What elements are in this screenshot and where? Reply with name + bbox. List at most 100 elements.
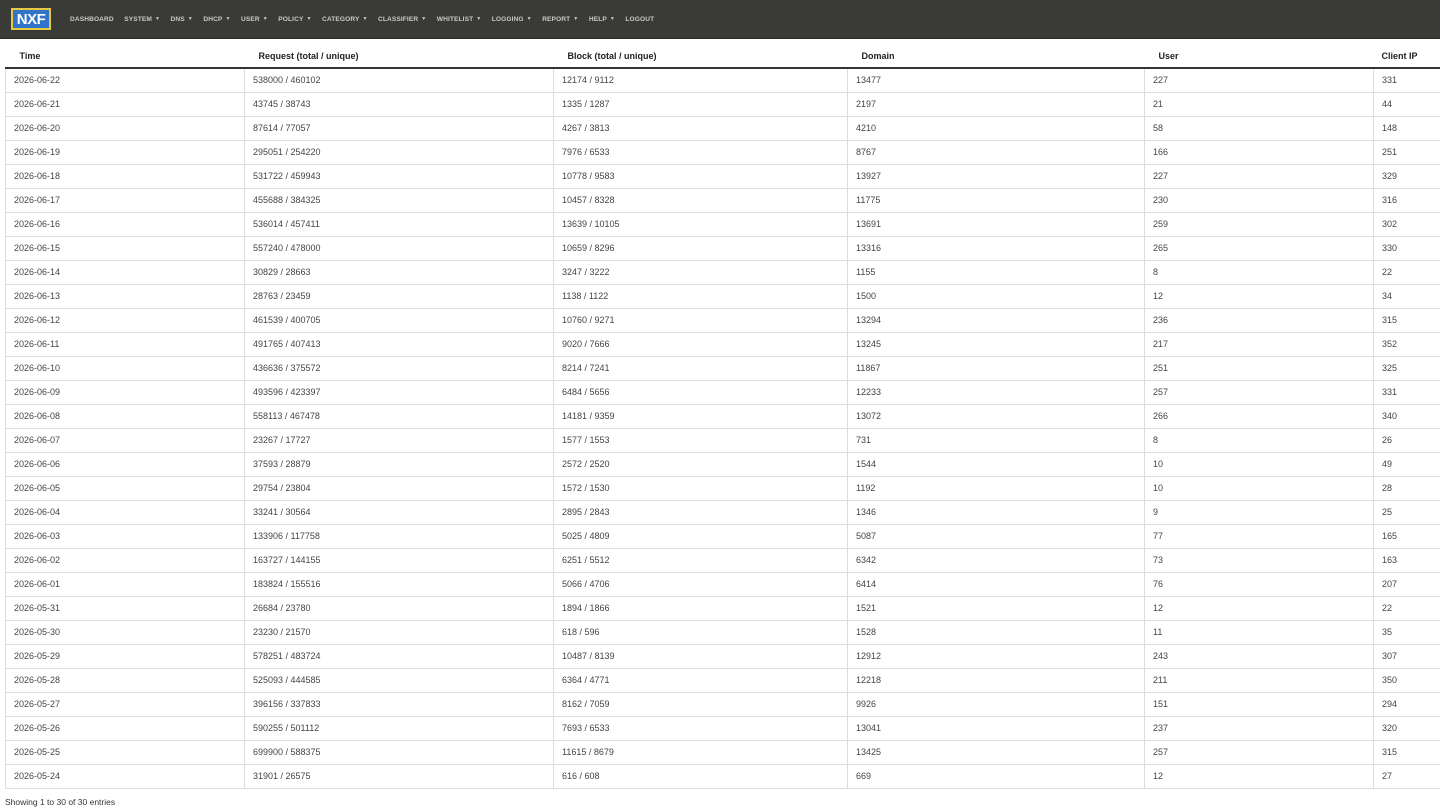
table-cell: 2197 [847, 92, 1145, 117]
table-cell: 618 / 596 [553, 620, 848, 645]
table-cell: 22 [1373, 260, 1440, 285]
nav-item-dhcp[interactable]: DHCP ▼ [203, 16, 230, 23]
nav-item-label: DASHBOARD [70, 15, 114, 23]
table-cell: 227 [1144, 164, 1374, 189]
nav-item-label: LOGGING [491, 15, 524, 23]
table-cell: 148 [1373, 116, 1440, 141]
table-cell: 1521 [847, 596, 1145, 621]
nav-item-logging[interactable]: LOGGING ▼ [492, 16, 532, 23]
table-cell: 455688 / 384325 [244, 188, 554, 213]
nav-item-label: LOGOUT [625, 15, 655, 23]
nav-item-classifier[interactable]: CLASSIFIER ▼ [378, 16, 426, 23]
column-header[interactable]: Block (total / unique) [553, 44, 848, 69]
table-cell: 2895 / 2843 [553, 500, 848, 525]
table-cell: 2026-06-09 [5, 380, 245, 405]
report-table-container: Time Request (total / unique) Block (total… [5, 44, 1440, 789]
table-cell: 26684 / 23780 [244, 596, 554, 621]
table-cell: 243 [1144, 644, 1374, 669]
table-cell: 531722 / 459943 [244, 164, 554, 189]
nxf-logo[interactable]: NXF [11, 8, 51, 30]
table-cell: 13425 [847, 740, 1145, 765]
table-info-text: Showing 1 to 30 of 30 entries [5, 797, 116, 807]
table-cell: 1500 [847, 284, 1145, 309]
column-header[interactable]: Request (total / unique) [244, 44, 554, 69]
table-cell: 2026-06-22 [5, 68, 245, 93]
column-header[interactable]: Client IP [1373, 44, 1440, 69]
table-cell: 30829 / 28663 [244, 260, 554, 285]
table-cell: 1155 [847, 260, 1145, 285]
nav-item-label: HELP [588, 15, 607, 23]
caret-down-icon: ▼ [476, 16, 482, 22]
nav-item-dns[interactable]: DNS ▼ [171, 16, 193, 23]
table-cell: 12233 [847, 380, 1145, 405]
table-cell: 87614 / 77057 [244, 116, 554, 141]
table-cell: 27 [1373, 764, 1440, 789]
table-cell: 2026-06-01 [5, 572, 245, 597]
table-cell: 1894 / 1866 [553, 596, 848, 621]
column-header[interactable]: Time [5, 44, 245, 69]
table-cell: 325 [1373, 356, 1440, 381]
nav-item-label: USER [241, 15, 260, 23]
nav-item-label: SYSTEM [124, 15, 152, 23]
table-row: 2026-06-12 461539 / 400705 10760 / 9271 132… [5, 308, 1440, 333]
table-cell: 12174 / 9112 [553, 68, 848, 93]
table-cell: 166 [1144, 140, 1374, 165]
table-cell: 25 [1373, 500, 1440, 525]
table-cell: 11615 / 8679 [553, 740, 848, 765]
nav-item-user[interactable]: USER ▼ [241, 16, 268, 23]
table-cell: 6342 [847, 548, 1145, 573]
table-cell: 2026-06-03 [5, 524, 245, 549]
column-header[interactable]: Domain [847, 44, 1145, 69]
table-cell: 2572 / 2520 [553, 452, 848, 477]
table-cell: 257 [1144, 380, 1374, 405]
table-cell: 5025 / 4809 [553, 524, 848, 549]
table-row: 2026-06-22 538000 / 460102 12174 / 9112 134… [5, 68, 1440, 93]
table-cell: 2026-05-26 [5, 716, 245, 741]
table-cell: 2026-06-12 [5, 308, 245, 333]
nav-item-help[interactable]: HELP ▼ [589, 16, 615, 23]
table-cell: 73 [1144, 548, 1374, 573]
nav-item-label: CLASSIFIER [378, 15, 419, 23]
table-cell: 13041 [847, 716, 1145, 741]
table-cell: 2026-06-07 [5, 428, 245, 453]
nav-item-category[interactable]: CATEGORY ▼ [322, 16, 368, 23]
table-cell: 10 [1144, 476, 1374, 501]
table-cell: 340 [1373, 404, 1440, 429]
nav-item-system[interactable]: SYSTEM ▼ [124, 16, 160, 23]
table-cell: 35 [1373, 620, 1440, 645]
nav-item-label: POLICY [278, 15, 304, 23]
caret-down-icon: ▼ [609, 16, 615, 22]
nav-item-whitelist[interactable]: WHITELIST ▼ [437, 16, 482, 23]
nav-item-policy[interactable]: POLICY ▼ [278, 16, 311, 23]
table-cell: 330 [1373, 236, 1440, 261]
table-cell: 6364 / 4771 [553, 668, 848, 693]
table-row: 2026-05-27 396156 / 337833 8162 / 7059 9926… [5, 692, 1440, 717]
nav-item-report[interactable]: REPORT ▼ [542, 16, 578, 23]
table-row: 2026-06-07 23267 / 17727 1577 / 1553 731 8 26 [5, 428, 1440, 453]
table-cell: 436636 / 375572 [244, 356, 554, 381]
table-cell: 10 [1144, 452, 1374, 477]
column-header[interactable]: User [1144, 44, 1374, 69]
table-cell: 8 [1144, 260, 1374, 285]
nav-item-dashboard[interactable]: DASHBOARD [70, 16, 114, 23]
table-cell: 211 [1144, 668, 1374, 693]
table-cell: 10778 / 9583 [553, 164, 848, 189]
table-cell: 2026-06-08 [5, 404, 245, 429]
table-cell: 12 [1144, 284, 1374, 309]
table-cell: 9 [1144, 500, 1374, 525]
table-cell: 2026-06-17 [5, 188, 245, 213]
table-cell: 1572 / 1530 [553, 476, 848, 501]
table-body: 2026-06-22 538000 / 460102 12174 / 9112 134… [5, 68, 1440, 789]
table-cell: 34 [1373, 284, 1440, 309]
nav-item-logout[interactable]: LOGOUT [625, 16, 654, 23]
table-cell: 31901 / 26575 [244, 764, 554, 789]
table-cell: 9926 [847, 692, 1145, 717]
table-cell: 2026-06-13 [5, 284, 245, 309]
table-row: 2026-06-09 493596 / 423397 6484 / 5656 1223… [5, 380, 1440, 405]
table-cell: 10457 / 8328 [553, 188, 848, 213]
table-cell: 12 [1144, 596, 1374, 621]
table-cell: 2026-05-31 [5, 596, 245, 621]
table-cell: 578251 / 483724 [244, 644, 554, 669]
table-row: 2026-06-19 295051 / 254220 7976 / 6533 8767… [5, 140, 1440, 165]
table-cell: 76 [1144, 572, 1374, 597]
